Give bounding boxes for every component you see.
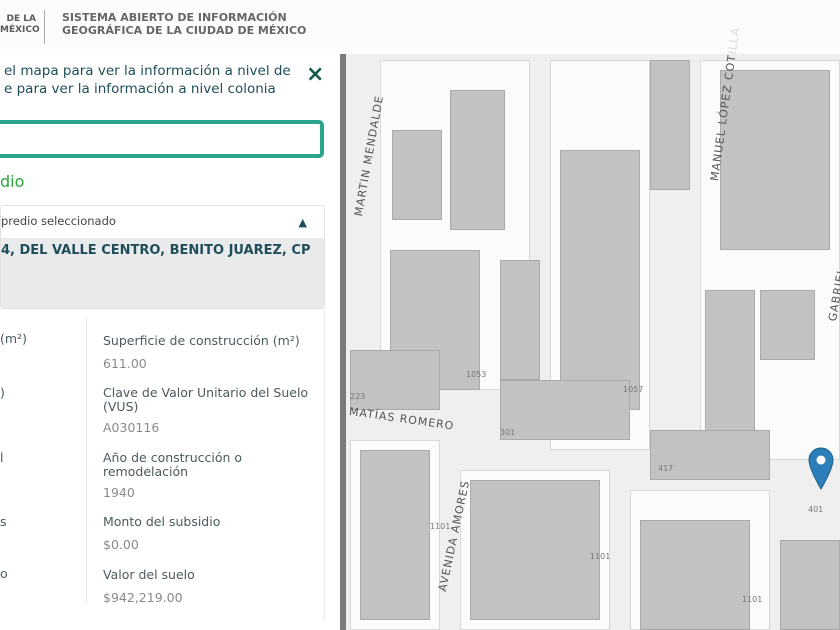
- left-label: o: [0, 566, 8, 581]
- house-number: 1053: [466, 370, 487, 379]
- logo-text: DE LA: [6, 14, 36, 24]
- field-value: 611.00: [103, 356, 147, 371]
- building: [500, 380, 630, 440]
- building: [360, 450, 430, 620]
- instructions: el mapa para ver la información a nivel …: [4, 62, 304, 98]
- house-number: 301: [500, 428, 516, 437]
- building: [392, 130, 442, 220]
- house-number: 223: [350, 392, 366, 401]
- field-label: Clave de Valor Unitario del Suelo (VUS): [103, 385, 309, 414]
- close-icon[interactable]: ×: [306, 62, 324, 87]
- header-divider: [44, 10, 45, 44]
- left-label: ): [0, 385, 5, 400]
- caret-up-icon[interactable]: ▲: [299, 216, 307, 229]
- address: 4, DEL VALLE CENTRO, BENITO JUAREZ, CP: [1, 238, 324, 308]
- house-number: 1057: [623, 385, 644, 394]
- left-label: (m²): [0, 331, 27, 346]
- building: [705, 290, 755, 440]
- left-label: l: [0, 450, 4, 465]
- field-label: Año de construcción o remodelación: [103, 450, 243, 479]
- map-marker-icon[interactable]: [808, 447, 834, 491]
- building: [720, 70, 830, 250]
- building: [640, 520, 750, 630]
- house-number: 1101: [430, 522, 451, 531]
- field-label: Superficie de construcción (m²): [103, 333, 300, 348]
- building: [650, 60, 690, 190]
- building: [350, 350, 440, 410]
- building: [470, 480, 600, 620]
- house-number: 1101: [742, 595, 763, 604]
- predio-accordion: predio seleccionado ▲ 4, DEL VALLE CENTR…: [0, 205, 325, 309]
- field-value: 1940: [103, 485, 135, 500]
- building: [560, 150, 640, 410]
- app-header: DE LA MÉXICO SISTEMA ABIERTO DE INFORMAC…: [0, 0, 840, 54]
- title-line: GEOGRÁFICA DE LA CIUDAD DE MÉXICO: [62, 24, 307, 37]
- predio-details: (m²) ) l s o Superficie de construcción …: [0, 310, 325, 620]
- section-title: dio: [0, 172, 25, 191]
- house-number: 417: [658, 464, 674, 473]
- app-title: SISTEMA ABIERTO DE INFORMACIÓN GEOGRÁFIC…: [62, 11, 306, 37]
- field-label: Valor del suelo: [103, 567, 195, 582]
- house-number: 1101: [590, 552, 611, 561]
- building: [780, 540, 840, 630]
- building: [500, 260, 540, 380]
- field-value: $0.00: [103, 537, 139, 552]
- search-input[interactable]: [0, 120, 324, 158]
- column-divider: [86, 318, 87, 603]
- logo-text: MÉXICO: [0, 25, 40, 35]
- title-line: SISTEMA ABIERTO DE INFORMACIÓN: [62, 11, 287, 24]
- cdmx-logo: DE LA MÉXICO: [0, 14, 40, 36]
- instruction-text: e para ver la información a nivel coloni…: [4, 81, 276, 97]
- accordion-title: predio seleccionado: [1, 214, 116, 228]
- building: [760, 290, 815, 360]
- info-panel: el mapa para ver la información a nivel …: [0, 54, 340, 630]
- field-value: A030116: [103, 420, 160, 435]
- accordion-header[interactable]: predio seleccionado ▲: [1, 206, 324, 238]
- building: [450, 90, 505, 230]
- panel-resize-handle[interactable]: [340, 54, 346, 630]
- left-label: s: [0, 514, 7, 529]
- house-number: 401: [808, 505, 824, 514]
- instruction-text: el mapa para ver la información a nivel …: [4, 63, 291, 79]
- field-label: Monto del subsidio: [103, 514, 221, 529]
- field-value: $942,219.00: [103, 590, 183, 605]
